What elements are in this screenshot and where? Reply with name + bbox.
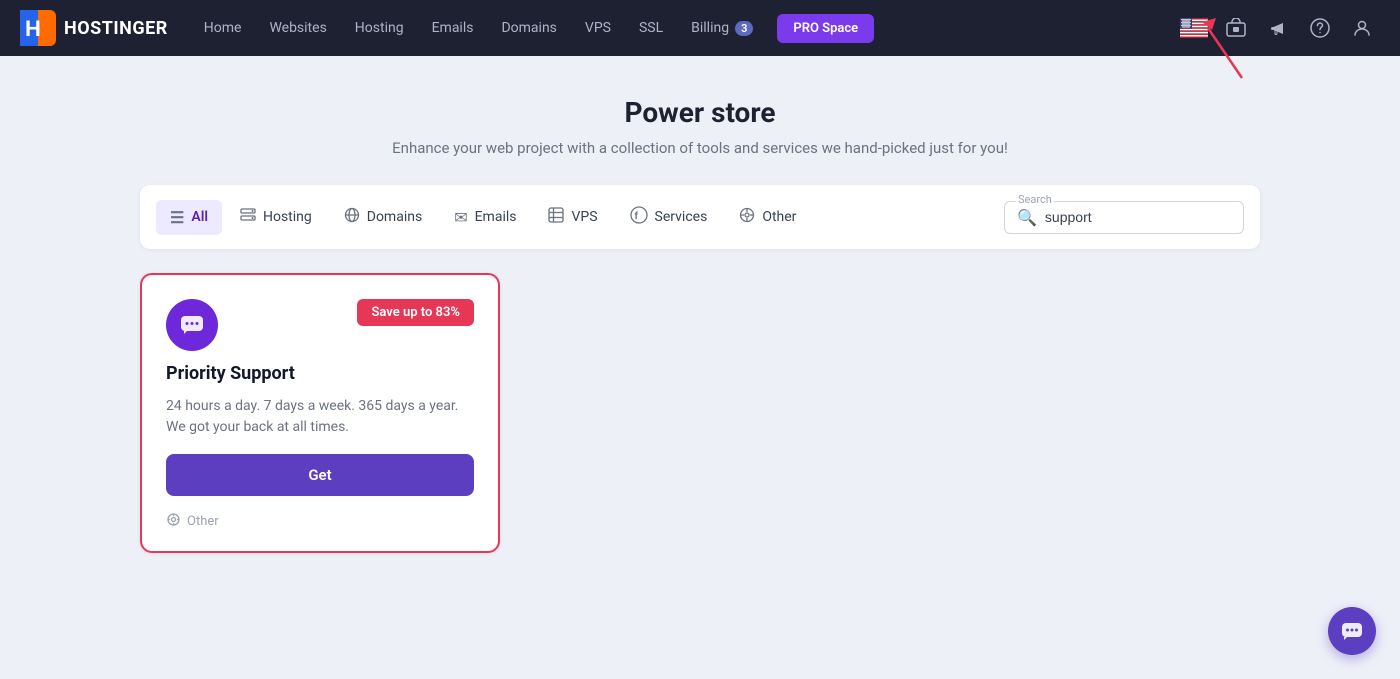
navbar-right <box>1176 10 1380 46</box>
cards-grid: Save up to 83% Priority Support 24 hours… <box>140 273 1260 553</box>
svg-text:H: H <box>25 16 41 41</box>
domains-icon <box>344 207 360 227</box>
filter-tab-emails[interactable]: ✉ Emails <box>440 200 530 235</box>
all-icon: ☰ <box>170 208 184 227</box>
nav-home[interactable]: Home <box>192 14 254 42</box>
card-title: Priority Support <box>166 363 474 384</box>
emails-icon: ✉ <box>454 208 467 227</box>
nav-emails[interactable]: Emails <box>420 14 486 42</box>
card-icon <box>166 299 218 351</box>
card-category: Other <box>166 512 474 531</box>
chat-widget[interactable] <box>1328 607 1376 655</box>
user-icon-btn[interactable] <box>1344 10 1380 46</box>
main-content: Power store Enhance your web project wit… <box>0 56 1400 573</box>
pro-space-button[interactable]: PRO Space <box>777 14 874 43</box>
card-top: Save up to 83% <box>166 299 474 351</box>
page-subtitle: Enhance your web project with a collecti… <box>392 139 1008 157</box>
filter-tab-other[interactable]: Other <box>725 199 810 235</box>
store-icon-btn[interactable] <box>1218 10 1254 46</box>
search-label: Search <box>1016 193 1054 206</box>
search-input[interactable] <box>1045 209 1205 225</box>
filter-tab-all[interactable]: ☰ All <box>156 200 222 235</box>
priority-support-card: Save up to 83% Priority Support 24 hours… <box>140 273 500 553</box>
svg-text:f: f <box>634 211 638 222</box>
logo-text: HOSTINGER <box>64 18 168 39</box>
get-button[interactable]: Get <box>166 454 474 496</box>
save-badge: Save up to 83% <box>357 299 474 326</box>
billing-badge: 3 <box>735 21 753 36</box>
nav-billing[interactable]: Billing 3 <box>679 14 765 42</box>
category-label: Other <box>187 514 219 529</box>
navbar: H HOSTINGER Home Websites Hosting Emails… <box>0 0 1400 56</box>
nav-vps[interactable]: VPS <box>573 14 623 42</box>
other-icon <box>739 207 755 227</box>
page-title: Power store <box>625 96 776 129</box>
language-selector[interactable] <box>1176 10 1212 46</box>
filter-tab-services[interactable]: f Services <box>616 198 722 236</box>
search-wrapper: Search 🔍 <box>1004 201 1244 234</box>
hosting-icon <box>240 207 256 227</box>
announcement-icon-btn[interactable] <box>1260 10 1296 46</box>
nav-websites[interactable]: Websites <box>257 14 338 42</box>
logo[interactable]: H HOSTINGER <box>20 10 168 46</box>
search-icon: 🔍 <box>1017 208 1037 227</box>
filter-tabs: ☰ All Hosting Domains ✉ Emails <box>156 198 810 236</box>
category-icon <box>166 512 181 531</box>
navbar-nav: Home Websites Hosting Emails Domains VPS… <box>192 14 1160 43</box>
filter-tab-hosting[interactable]: Hosting <box>226 199 326 235</box>
card-description: 24 hours a day. 7 days a week. 365 days … <box>166 396 474 438</box>
filter-tab-vps[interactable]: VPS <box>534 199 611 235</box>
nav-ssl[interactable]: SSL <box>627 14 675 42</box>
nav-hosting[interactable]: Hosting <box>343 14 416 42</box>
services-icon: f <box>630 206 648 228</box>
filter-bar: ☰ All Hosting Domains ✉ Emails <box>140 185 1260 249</box>
vps-icon <box>548 207 564 227</box>
help-icon-btn[interactable] <box>1302 10 1338 46</box>
nav-domains[interactable]: Domains <box>489 14 568 42</box>
filter-tab-domains[interactable]: Domains <box>330 199 436 235</box>
